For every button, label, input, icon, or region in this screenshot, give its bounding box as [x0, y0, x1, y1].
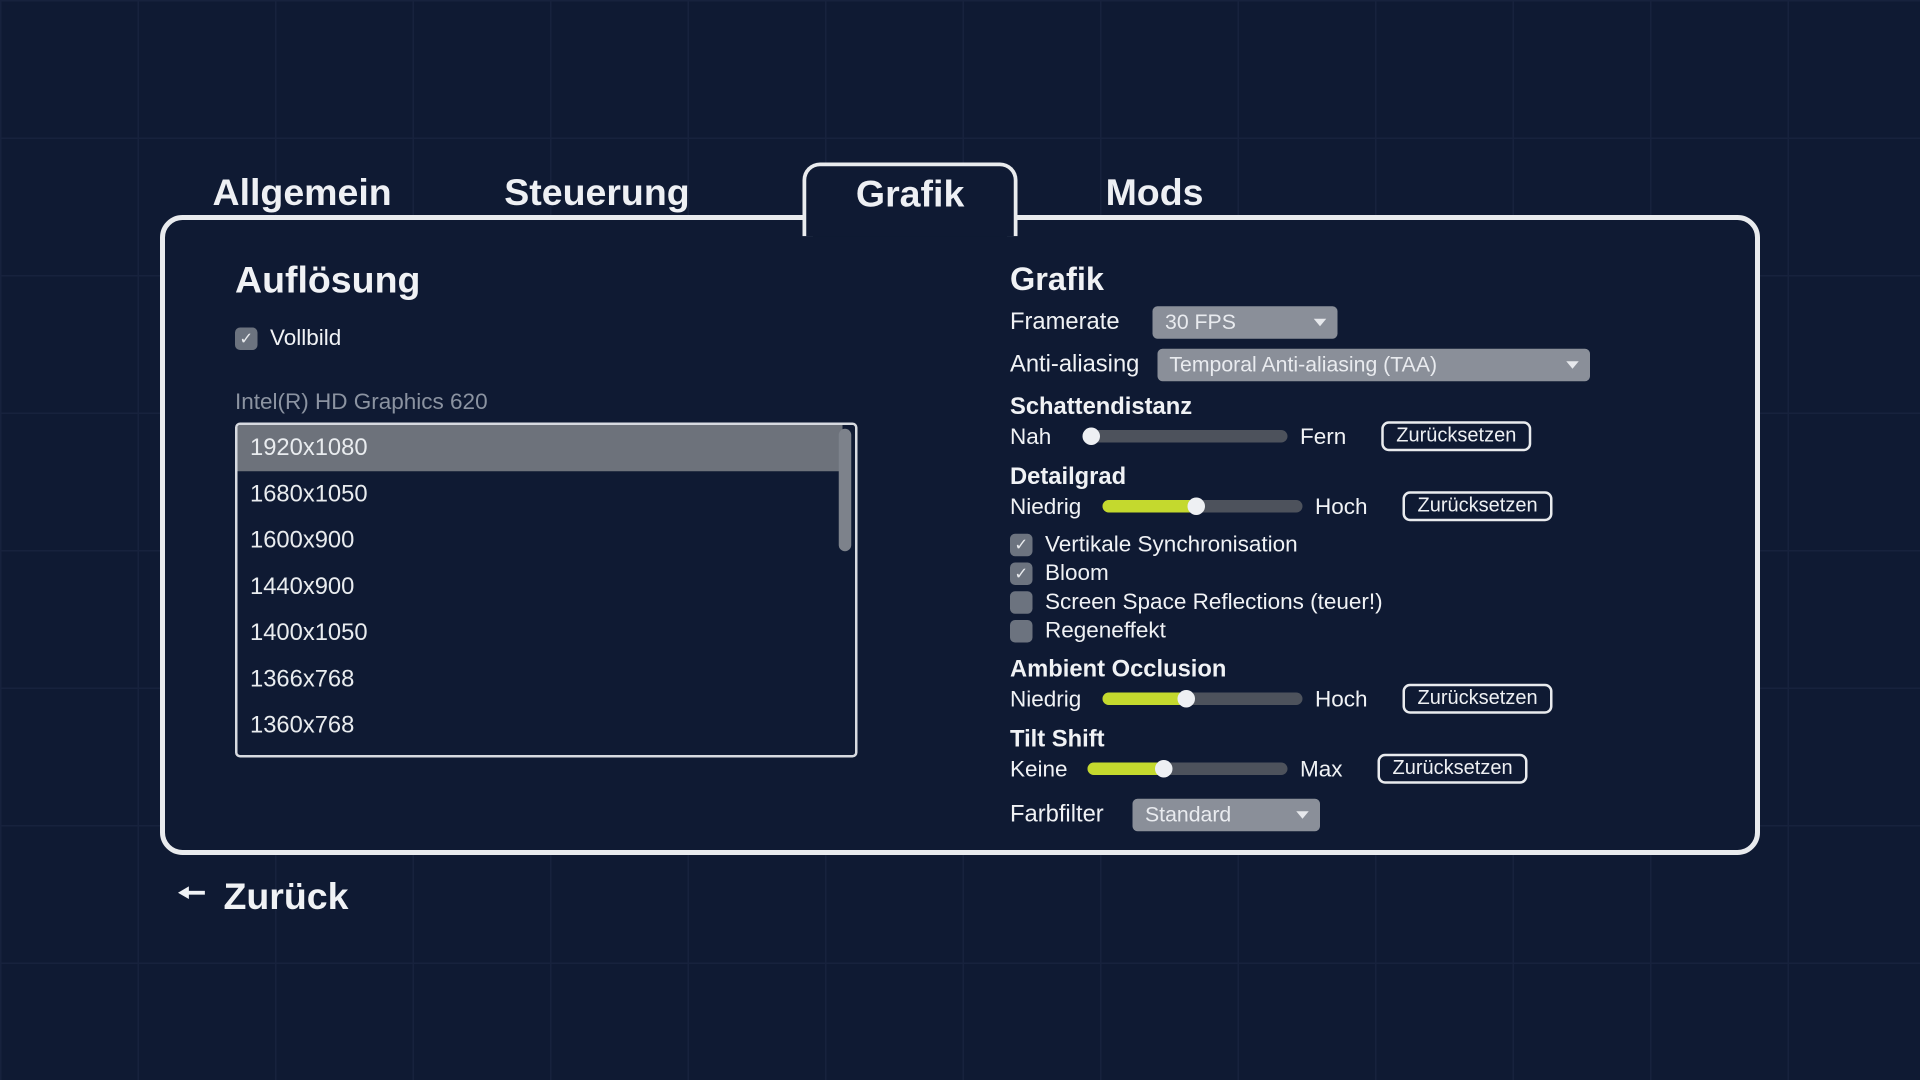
resolution-option[interactable]: 1400x1050	[238, 610, 843, 656]
rain-checkbox[interactable]	[1010, 619, 1033, 642]
settings-panel: Auflösung Vollbild Intel(R) HD Graphics …	[160, 215, 1760, 855]
resolution-option[interactable]: 1360x768	[238, 703, 843, 749]
detail-low-label: Niedrig	[1010, 493, 1090, 519]
fullscreen-label: Vollbild	[270, 325, 341, 351]
gpu-name: Intel(R) HD Graphics 620	[235, 389, 935, 415]
fullscreen-checkbox[interactable]	[235, 327, 258, 350]
resolution-option[interactable]: 1920x1080	[238, 425, 843, 471]
tilt-title: Tilt Shift	[1010, 726, 1695, 754]
shadow-high-label: Fern	[1300, 423, 1346, 449]
resolution-scrollbar[interactable]	[839, 429, 852, 552]
vsync-label: Vertikale Synchronisation	[1045, 531, 1298, 557]
back-button[interactable]: 🠔 Zurück	[178, 870, 349, 925]
detail-high-label: Hoch	[1315, 493, 1368, 519]
tab-graphics[interactable]: Grafik	[802, 163, 1018, 237]
tilt-slider[interactable]	[1088, 763, 1288, 776]
aa-value: Temporal Anti-aliasing (TAA)	[1169, 353, 1437, 378]
tilt-low-label: Keine	[1010, 756, 1075, 782]
ao-title: Ambient Occlusion	[1010, 656, 1695, 684]
colorfilter-dropdown[interactable]: Standard	[1133, 799, 1321, 832]
resolution-option[interactable]: 1600x900	[238, 518, 843, 564]
ssr-checkbox[interactable]	[1010, 591, 1033, 614]
tilt-high-label: Max	[1300, 756, 1343, 782]
back-label: Zurück	[223, 876, 348, 919]
resolution-option[interactable]: 1440x900	[238, 564, 843, 610]
resolution-list[interactable]: 1920x10801680x10501600x9001440x9001400x1…	[235, 423, 858, 758]
shadow-title: Schattendistanz	[1010, 394, 1695, 422]
ao-low-label: Niedrig	[1010, 686, 1090, 712]
ssr-label: Screen Space Reflections (teuer!)	[1045, 589, 1383, 615]
detail-title: Detailgrad	[1010, 464, 1695, 492]
aa-dropdown[interactable]: Temporal Anti-aliasing (TAA)	[1157, 349, 1590, 382]
graphics-heading: Grafik	[1010, 260, 1695, 299]
shadow-reset-button[interactable]: Zurücksetzen	[1381, 421, 1531, 451]
framerate-value: 30 FPS	[1165, 310, 1236, 335]
ao-slider[interactable]	[1103, 693, 1303, 706]
resolution-option[interactable]: 1680x1050	[238, 471, 843, 517]
aa-label: Anti-aliasing	[1010, 351, 1139, 379]
rain-label: Regeneffekt	[1045, 618, 1166, 644]
detail-reset-button[interactable]: Zurücksetzen	[1403, 491, 1553, 521]
vsync-checkbox[interactable]	[1010, 533, 1033, 556]
framerate-dropdown[interactable]: 30 FPS	[1153, 306, 1338, 339]
colorfilter-value: Standard	[1145, 803, 1231, 828]
framerate-label: Framerate	[1010, 309, 1135, 337]
ao-high-label: Hoch	[1315, 686, 1368, 712]
bloom-label: Bloom	[1045, 560, 1109, 586]
detail-slider[interactable]	[1103, 500, 1303, 513]
tilt-reset-button[interactable]: Zurücksetzen	[1378, 754, 1528, 784]
arrow-left-icon: 🠔	[178, 870, 206, 925]
colorfilter-label: Farbfilter	[1010, 801, 1115, 829]
resolution-heading: Auflösung	[235, 260, 935, 303]
bloom-checkbox[interactable]	[1010, 562, 1033, 585]
ao-reset-button[interactable]: Zurücksetzen	[1403, 684, 1553, 714]
shadow-slider[interactable]	[1088, 430, 1288, 443]
shadow-low-label: Nah	[1010, 423, 1075, 449]
resolution-option[interactable]: 1366x768	[238, 656, 843, 702]
